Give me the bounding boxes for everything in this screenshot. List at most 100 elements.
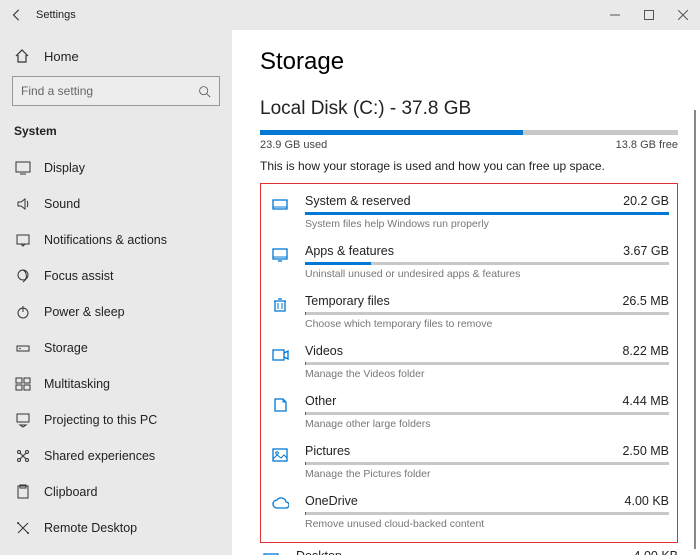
- disk-free-label: 13.8 GB free: [616, 139, 678, 151]
- nav-item-projecting-to-this-pc[interactable]: Projecting to this PC: [0, 402, 232, 438]
- disk-used-label: 23.9 GB used: [260, 139, 327, 151]
- category-desc: System files help Windows run properly: [305, 218, 669, 230]
- category-name: Apps & features: [305, 244, 394, 258]
- titlebar: Settings: [0, 0, 700, 30]
- category-bar: [305, 462, 669, 465]
- category-name: Desktop: [296, 549, 342, 555]
- file-icon: [269, 394, 291, 430]
- category-extra[interactable]: Desktop 4.00 KB: [260, 543, 678, 555]
- section-label: System: [0, 120, 232, 150]
- search-icon: [198, 85, 211, 98]
- category-bar: [305, 512, 669, 515]
- page-title: Storage: [260, 48, 678, 76]
- nav-label: Projecting to this PC: [44, 413, 157, 427]
- nav-item-sound[interactable]: Sound: [0, 186, 232, 222]
- close-button[interactable]: [666, 0, 700, 30]
- category-size: 2.50 MB: [622, 444, 669, 458]
- desktop-icon: [260, 549, 282, 555]
- nav-item-remote-desktop[interactable]: Remote Desktop: [0, 510, 232, 546]
- nav-item-power-sleep[interactable]: Power & sleep: [0, 294, 232, 330]
- video-icon: [269, 344, 291, 380]
- category-item[interactable]: Other4.44 MBManage other large folders: [269, 388, 669, 438]
- cloud-icon: [269, 494, 291, 530]
- nav-label: Shared experiences: [44, 449, 155, 463]
- nav-item-clipboard[interactable]: Clipboard: [0, 474, 232, 510]
- categories-highlight: System & reserved 20.2 GB System files hel…: [260, 183, 678, 543]
- search-box[interactable]: [12, 76, 220, 106]
- laptop-icon: [269, 194, 291, 230]
- category-size: 20.2 GB: [623, 194, 669, 208]
- category-name: Other: [305, 394, 336, 408]
- monitor-icon: [269, 244, 291, 280]
- nav-label: Power & sleep: [44, 305, 125, 319]
- search-input[interactable]: [21, 84, 198, 98]
- content-pane: Storage Local Disk (C:) - 37.8 GB 23.9 G…: [232, 30, 700, 555]
- category-desc: Choose which temporary files to remove: [305, 318, 669, 330]
- category-bar: [305, 312, 669, 315]
- nav-icon: [14, 340, 32, 356]
- category-size: 4.00 KB: [625, 494, 669, 508]
- disk-description: This is how your storage is used and how…: [260, 159, 678, 173]
- nav-item-shared-experiences[interactable]: Shared experiences: [0, 438, 232, 474]
- nav-label: Display: [44, 161, 85, 175]
- nav-label: Multitasking: [44, 377, 110, 391]
- category-size: 26.5 MB: [622, 294, 669, 308]
- nav-item-multitasking[interactable]: Multitasking: [0, 366, 232, 402]
- trash-icon: [269, 294, 291, 330]
- maximize-button[interactable]: [632, 0, 666, 30]
- category-name: Pictures: [305, 444, 350, 458]
- home-icon: [14, 48, 32, 64]
- nav-icon: [14, 160, 32, 176]
- minimize-button[interactable]: [598, 0, 632, 30]
- category-name: OneDrive: [305, 494, 358, 508]
- scrollbar[interactable]: [694, 110, 696, 549]
- category-desc: Manage the Videos folder: [305, 368, 669, 380]
- category-item[interactable]: OneDrive 4.00 KB Remove unused cloud-backe…: [269, 488, 669, 538]
- home-link[interactable]: Home: [0, 42, 232, 76]
- nav-icon: [14, 268, 32, 284]
- category-desc: Remove unused cloud-backed content: [305, 518, 669, 530]
- nav-label: Notifications & actions: [44, 233, 167, 247]
- category-name: Temporary files: [305, 294, 390, 308]
- window-title: Settings: [36, 9, 598, 21]
- category-bar: [305, 362, 669, 365]
- home-label: Home: [44, 49, 79, 64]
- nav-label: Sound: [44, 197, 80, 211]
- nav-icon: [14, 484, 32, 500]
- category-size: 3.67 GB: [623, 244, 669, 258]
- disk-usage-bar: [260, 130, 678, 135]
- nav-item-display[interactable]: Display: [0, 150, 232, 186]
- category-bar: [305, 412, 669, 415]
- disk-title: Local Disk (C:) - 37.8 GB: [260, 98, 678, 120]
- category-item[interactable]: System & reserved 20.2 GB System files hel…: [269, 188, 669, 238]
- nav-item-notifications-actions[interactable]: Notifications & actions: [0, 222, 232, 258]
- category-desc: Uninstall unused or undesired apps & fea…: [305, 268, 669, 280]
- category-name: Videos: [305, 344, 343, 358]
- category-item[interactable]: Apps & features 3.67 GB Uninstall unused o…: [269, 238, 669, 288]
- category-size: 4.00 KB: [634, 549, 678, 555]
- nav-icon: [14, 376, 32, 392]
- sidebar: Home System Display Sound Notifications & …: [0, 30, 232, 555]
- category-bar: [305, 262, 669, 265]
- nav-icon: [14, 520, 32, 536]
- nav-icon: [14, 304, 32, 320]
- nav-icon: [14, 412, 32, 428]
- category-item[interactable]: Pictures 2.50 MB Manage the Pictures folde…: [269, 438, 669, 488]
- category-size: 8.22 MB: [622, 344, 669, 358]
- category-desc: Manage the Pictures folder: [305, 468, 669, 480]
- nav-label: Clipboard: [44, 485, 98, 499]
- picture-icon: [269, 444, 291, 480]
- nav-icon: [14, 196, 32, 212]
- nav-label: Remote Desktop: [44, 521, 137, 535]
- nav-label: Storage: [44, 341, 88, 355]
- back-button[interactable]: [10, 8, 24, 22]
- nav-item-focus-assist[interactable]: Focus assist: [0, 258, 232, 294]
- category-item[interactable]: Videos 8.22 MB Manage the Videos folder: [269, 338, 669, 388]
- category-bar: [305, 212, 669, 215]
- category-item[interactable]: Temporary files 26.5 MB Choose which tempo…: [269, 288, 669, 338]
- category-name: System & reserved: [305, 194, 411, 208]
- nav-item-storage[interactable]: Storage: [0, 330, 232, 366]
- nav-icon: [14, 448, 32, 464]
- nav-icon: [14, 232, 32, 248]
- category-desc: Manage other large folders: [305, 418, 669, 430]
